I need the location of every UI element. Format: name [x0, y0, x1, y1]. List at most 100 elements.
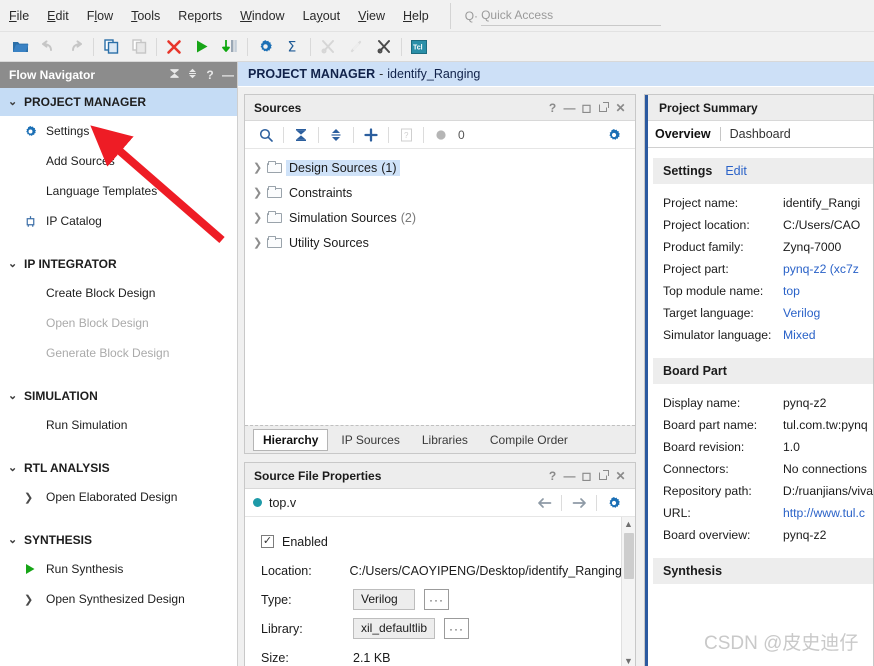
maximize-icon[interactable]: ◻ [578, 469, 595, 483]
scrollbar-thumb[interactable] [624, 533, 634, 579]
chevron-right-icon[interactable]: ❯ [253, 161, 267, 174]
tab-hierarchy[interactable]: Hierarchy [253, 428, 329, 451]
tree-row[interactable]: ❯ Design Sources (1) [245, 155, 635, 180]
browse-button[interactable]: ··· [424, 589, 449, 610]
run-icon[interactable] [188, 34, 216, 60]
flow-item-ip-catalog[interactable]: IP Catalog [0, 206, 237, 236]
unroute-icon[interactable] [370, 34, 398, 60]
menu-window[interactable]: Window [231, 5, 293, 27]
flow-section-synthesis[interactable]: ⌄ SYNTHESIS [0, 526, 237, 554]
menu-reports[interactable]: Reports [169, 5, 231, 27]
help-icon[interactable]: ? [201, 68, 219, 82]
gear-icon[interactable] [601, 124, 627, 146]
settings-edit-link[interactable]: Edit [725, 164, 747, 178]
project-summary-titlebar: Project Summary [645, 95, 873, 121]
summary-value: pynq-z2 [783, 528, 827, 542]
quick-access-input[interactable] [481, 5, 662, 26]
close-icon[interactable]: ✕ [612, 101, 629, 115]
sources-tree[interactable]: ❯ Design Sources (1) ❯ Constraints ❯ Simulatio… [245, 149, 635, 255]
tab-libraries[interactable]: Libraries [413, 430, 477, 450]
tab-compile-order[interactable]: Compile Order [481, 430, 577, 450]
project-name-label: identify_Ranging [387, 67, 481, 81]
report-sigma-icon[interactable]: Σ [279, 34, 307, 60]
gear-icon[interactable] [601, 492, 627, 514]
flow-item-open-elaborated-design[interactable]: ❯ Open Elaborated Design [0, 482, 237, 512]
flow-section-rtl-analysis[interactable]: ⌄ RTL ANALYSIS [0, 454, 237, 482]
back-icon[interactable] [531, 492, 557, 514]
menu-flow[interactable]: Flow [78, 5, 122, 27]
menu-tools[interactable]: Tools [122, 5, 169, 27]
summary-value[interactable]: top [783, 284, 800, 298]
tree-row[interactable]: ❯ Utility Sources [245, 230, 635, 255]
property-field[interactable]: xil_defaultlib [353, 618, 436, 639]
scroll-up-icon[interactable]: ▲ [622, 517, 635, 531]
menu-layout[interactable]: Layout [294, 5, 350, 27]
float-icon[interactable] [595, 101, 612, 115]
chevron-right-icon[interactable]: ❯ [253, 186, 267, 199]
delete-icon[interactable] [160, 34, 188, 60]
add-sources-icon[interactable] [358, 124, 384, 146]
tcl-console-icon[interactable]: Tcl [405, 34, 433, 60]
expand-all-icon[interactable] [323, 124, 349, 146]
menu-edit[interactable]: Edit [38, 5, 78, 27]
tab-overview[interactable]: Overview [655, 127, 711, 141]
sfp-enabled-row[interactable]: ✓ Enabled [245, 527, 635, 556]
chevron-right-icon[interactable]: ❯ [253, 236, 267, 249]
enabled-checkbox[interactable]: ✓ [261, 535, 274, 548]
flow-section-title: IP INTEGRATOR [24, 257, 117, 271]
chevron-right-icon[interactable]: ❯ [253, 211, 267, 224]
flow-item-language-templates[interactable]: Language Templates [0, 176, 237, 206]
browse-button[interactable]: ··· [444, 618, 470, 639]
flow-section-title: PROJECT MANAGER [24, 95, 147, 109]
sources-toolbar: ? 0 [245, 121, 635, 149]
menu-file[interactable]: File [0, 5, 38, 27]
tree-row[interactable]: ❯ Constraints [245, 180, 635, 205]
summary-key: Project part: [663, 262, 729, 276]
flow-item-run-synthesis[interactable]: Run Synthesis [0, 554, 237, 584]
summary-value: 1.0 [783, 440, 800, 454]
summary-row: Display name: pynq-z2 [653, 392, 873, 414]
chevron-right-icon: ❯ [24, 593, 34, 606]
chevron-down-icon: ⌄ [8, 534, 18, 546]
summary-row: Project name: identify_Rangi [653, 192, 873, 214]
summary-value[interactable]: pynq-z2 (xc7z [783, 262, 859, 276]
open-project-icon[interactable] [6, 34, 34, 60]
maximize-icon[interactable]: ◻ [578, 101, 595, 115]
menu-view[interactable]: View [349, 5, 394, 27]
property-field[interactable]: Verilog [353, 589, 415, 610]
sources-panel: Sources ? — ◻ ✕ ? 0 ❯ Design Sources (1)… [244, 94, 636, 454]
flow-item-add-sources[interactable]: Add Sources [0, 146, 237, 176]
help-icon[interactable]: ? [544, 469, 561, 483]
scroll-down-icon[interactable]: ▼ [622, 654, 635, 666]
flow-section-simulation[interactable]: ⌄ SIMULATION [0, 382, 237, 410]
flow-item-settings[interactable]: Settings [0, 116, 237, 146]
close-icon[interactable]: ✕ [612, 469, 629, 483]
flow-item-open-synthesized-design[interactable]: ❯ Open Synthesized Design [0, 584, 237, 614]
copy-icon[interactable] [97, 34, 125, 60]
float-icon[interactable] [595, 469, 612, 483]
help-icon[interactable]: ? [544, 101, 561, 115]
download-bitstream-icon[interactable] [216, 34, 244, 60]
summary-value[interactable]: Mixed [783, 328, 816, 342]
expand-collapse-icon[interactable] [183, 68, 201, 82]
summary-value[interactable]: http://www.tul.c [783, 506, 865, 520]
sfp-scrollbar[interactable]: ▲ ▼ [621, 517, 635, 666]
flow-item-create-block-design[interactable]: Create Block Design [0, 278, 237, 308]
forward-icon[interactable] [566, 492, 592, 514]
summary-value[interactable]: Verilog [783, 306, 820, 320]
collapse-all-icon[interactable] [165, 68, 183, 82]
collapse-all-icon[interactable] [288, 124, 314, 146]
minimize-icon[interactable]: — [561, 101, 578, 115]
tab-dashboard[interactable]: Dashboard [730, 127, 791, 141]
minimize-icon[interactable]: — [561, 469, 578, 483]
tab-ip-sources[interactable]: IP Sources [332, 430, 408, 450]
flow-section-ip-integrator[interactable]: ⌄ IP INTEGRATOR [0, 250, 237, 278]
settings-gear-icon[interactable] [251, 34, 279, 60]
menu-help[interactable]: Help [394, 5, 438, 27]
search-icon[interactable] [253, 124, 279, 146]
minimize-icon[interactable]: — [219, 68, 237, 82]
flow-section-project-manager[interactable]: ⌄ PROJECT MANAGER [0, 88, 237, 116]
flow-item-run-simulation[interactable]: Run Simulation [0, 410, 237, 440]
tree-row[interactable]: ❯ Simulation Sources (2) [245, 205, 635, 230]
flow-navigator-title: Flow Navigator [9, 68, 96, 82]
